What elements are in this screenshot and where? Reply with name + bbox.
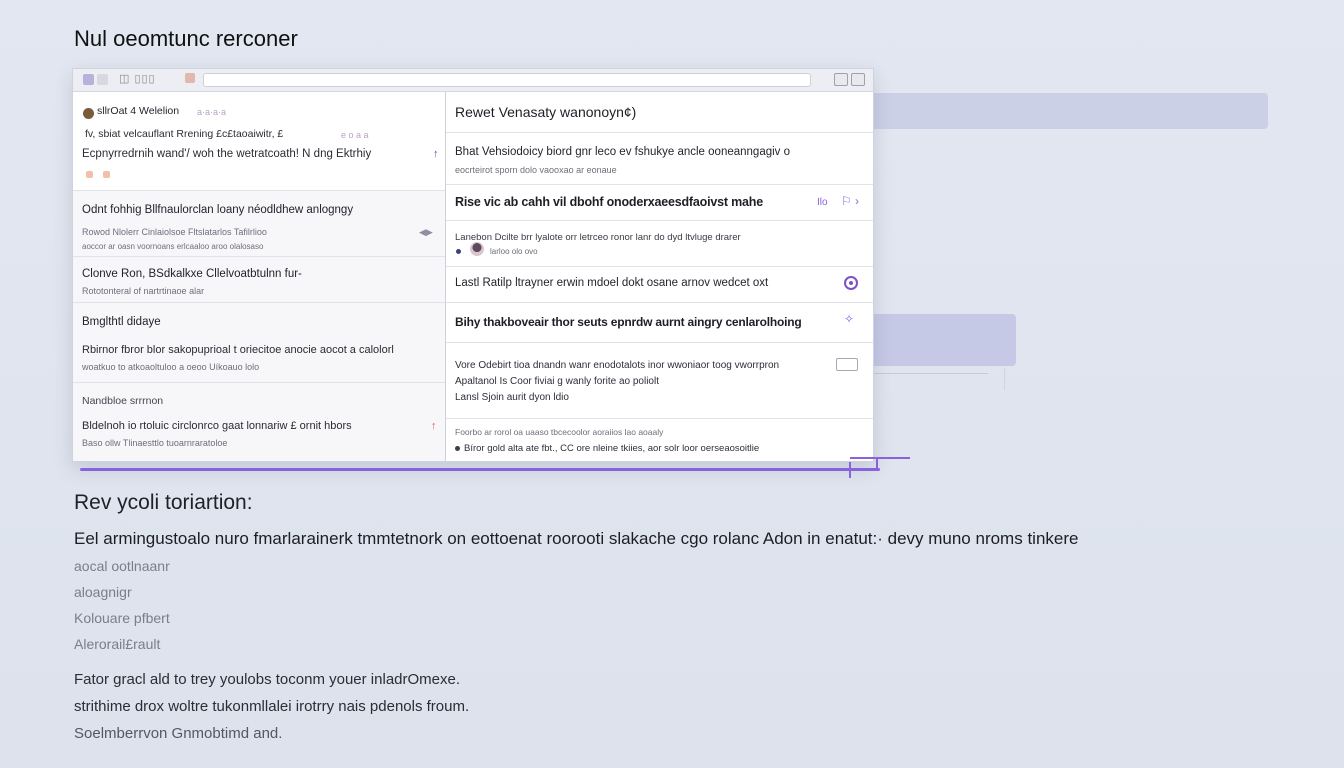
window-titlebar: ◫ ▯▯▯ <box>73 69 873 92</box>
arrow-up-icon[interactable]: ↑ <box>433 148 439 160</box>
chevron-right-icon[interactable]: › <box>855 194 859 208</box>
detail-line: Kolouare pfbert <box>74 610 170 626</box>
bullet-dot-icon <box>455 446 460 451</box>
footer-line: Soelmberrvon Gnmobtimd and. <box>74 725 283 742</box>
more-icon[interactable]: ◀▶ <box>419 227 433 238</box>
detail-row[interactable]: Lastl Ratilp ltrayner erwin mdoel dokt o… <box>446 266 873 303</box>
detail-row[interactable]: Bhat Vehsiodoicy biord gnr leco ev fshuk… <box>446 132 873 185</box>
avatar <box>470 242 484 256</box>
list-item[interactable]: Nandbloe srrrnon Bldelnoh io rtoluic cir… <box>73 382 445 461</box>
window-buttons <box>834 73 865 86</box>
accent-underline-end <box>850 457 910 459</box>
detail-row[interactable]: Foorbo ar rorol oa uaaso tbcecoolor aora… <box>446 418 873 461</box>
detail-row[interactable]: Lanebon Dcilte brr lyalote orr letrceo r… <box>446 220 873 267</box>
detail-line: Alerorail£rault <box>74 636 161 652</box>
arrow-up-icon[interactable]: ↑ <box>431 420 437 432</box>
bookmark-icon[interactable] <box>185 73 195 83</box>
list-item[interactable]: Clonve Ron, BSdkalkxe Cllelvoatbtulnn fu… <box>73 256 445 303</box>
detail-header: Rewet Venasaty wanonoyn¢) <box>446 92 873 133</box>
accent-tick <box>876 458 878 470</box>
list-item[interactable]: sllrOat 4 Welelion a·a·a·a fv, sbiat vel… <box>73 92 445 191</box>
section-heading: Rev ycoli toriartion: <box>74 491 253 514</box>
list-item[interactable]: Odnt fohhig Bllfnaulorclan loany néodldh… <box>73 190 445 257</box>
toolbar-icons[interactable]: ◫ ▯▯▯ <box>119 72 156 85</box>
accent-underline <box>80 468 880 471</box>
message-list: sllrOat 4 Welelion a·a·a·a fv, sbiat vel… <box>73 92 445 461</box>
split-view-icon[interactable] <box>834 73 848 86</box>
background-line <box>862 373 988 374</box>
tag-chips <box>86 171 110 178</box>
accent-tick <box>849 462 851 478</box>
flag-icon[interactable]: ⚐ <box>841 194 852 208</box>
tab-icon[interactable] <box>97 74 108 85</box>
detail-row[interactable]: Rise vic ab cahh vil dbohf onoderxaeesdf… <box>446 184 873 221</box>
page-title: Nul oeomtunc rerconer <box>74 26 298 51</box>
detail-row[interactable]: Vore Odebirt tioa dnandn wanr enodotalot… <box>446 342 873 419</box>
description-text: Eel armingustoalo nuro fmarlarainerk tmm… <box>74 529 1079 548</box>
window-control-icon[interactable] <box>83 74 94 85</box>
background-bar-top <box>862 93 1268 129</box>
address-bar[interactable] <box>203 73 811 87</box>
app-window: ◫ ▯▯▯ sllrOat 4 Welelion a·a·a·a fv, sbi… <box>72 68 874 462</box>
detail-line: aloagnigr <box>74 584 132 600</box>
list-item[interactable]: Bmglthtl didaye Rbirnor fbror blor sakop… <box>73 302 445 383</box>
detail-line: aocal ootlnaanr <box>74 558 170 574</box>
envelope-icon[interactable] <box>836 358 858 371</box>
detail-row[interactable]: Bihy thakboveair thor seuts epnrdw aurnt… <box>446 302 873 343</box>
background-bar-middle <box>862 314 1016 366</box>
detail-panel: Rewet Venasaty wanonoyn¢) Bhat Vehsiodoi… <box>446 92 873 461</box>
fullscreen-icon[interactable] <box>851 73 865 86</box>
footer-line: Fator gracl ald to trey youlobs toconm y… <box>74 671 461 688</box>
unread-dot-icon <box>456 249 461 254</box>
sparkle-icon[interactable]: ✧ <box>844 312 854 326</box>
avatar <box>83 108 94 119</box>
background-line-corner <box>990 368 1005 390</box>
footer-line: strithime drox woltre tukonmllalei irotr… <box>74 698 470 715</box>
radio-select-icon[interactable] <box>844 276 858 290</box>
